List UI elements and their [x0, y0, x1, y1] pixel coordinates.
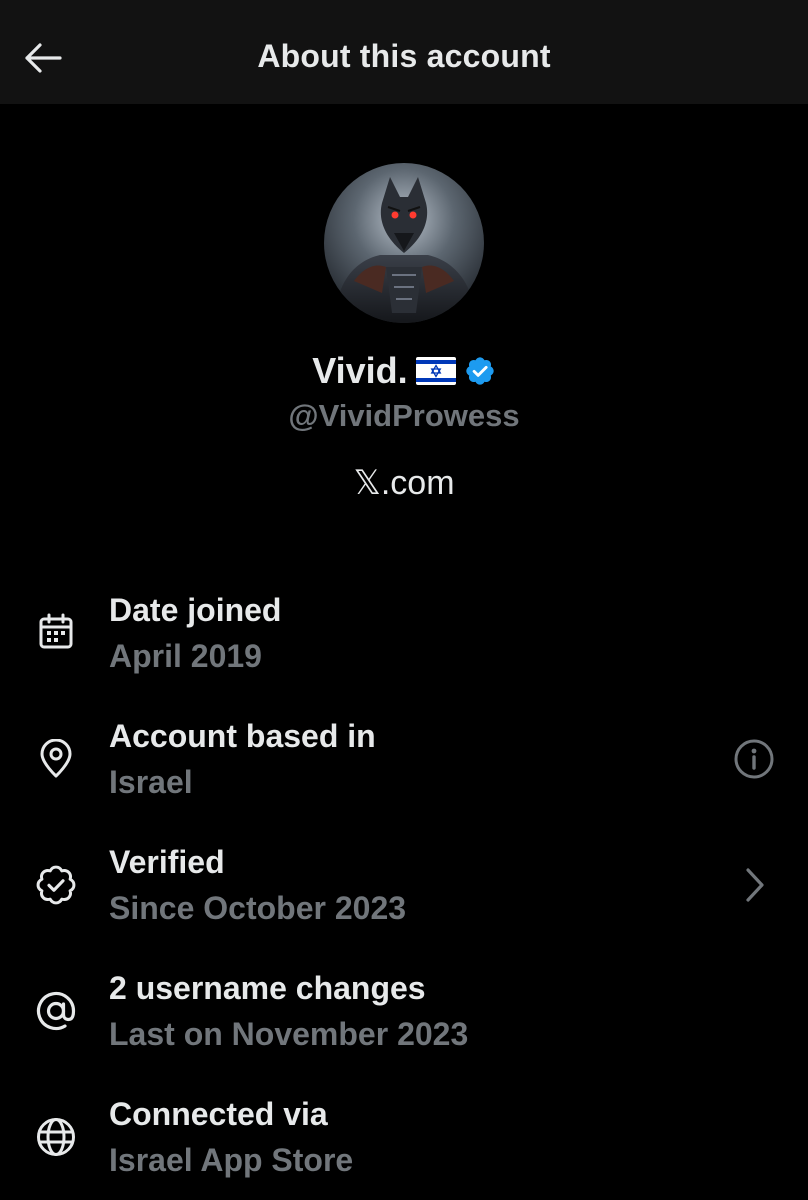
row-username-changes: 2 username changes Last on November 2023 [0, 970, 808, 1070]
info-button[interactable] [730, 735, 778, 783]
calendar-icon [32, 608, 80, 656]
row-title: 2 username changes [109, 970, 426, 1006]
row-date-joined: Date joined April 2019 [0, 592, 808, 692]
location-pin-icon [32, 735, 80, 783]
globe-icon [32, 1113, 80, 1161]
verified-badge-icon[interactable] [464, 355, 496, 387]
row-subtitle: Israel App Store [109, 1142, 354, 1178]
row-subtitle: April 2019 [109, 638, 262, 674]
row-account-based-in: Account based in Israel [0, 718, 808, 818]
row-verified[interactable]: Verified Since October 2023 [0, 844, 808, 944]
chevron-button[interactable] [730, 861, 778, 909]
row-connected-via: Connected via Israel App Store [0, 1096, 808, 1196]
website-link[interactable]: 𝕏.com [0, 463, 808, 503]
top-bar: About this account [0, 0, 808, 104]
verified-check-icon [32, 861, 80, 909]
row-title: Connected via [109, 1096, 328, 1132]
row-subtitle: Since October 2023 [109, 890, 407, 926]
at-sign-icon [32, 987, 80, 1035]
profile-handle: @VividProwess [288, 398, 520, 433]
avatar[interactable] [324, 163, 484, 323]
row-subtitle: Israel [109, 764, 193, 800]
page-title: About this account [257, 38, 551, 74]
chevron-right-icon [746, 868, 764, 902]
row-subtitle: Last on November 2023 [109, 1016, 469, 1052]
row-title: Date joined [109, 592, 282, 628]
row-title: Verified [109, 844, 225, 880]
israel-flag-icon [415, 357, 456, 385]
row-title: Account based in [109, 718, 376, 754]
info-icon [734, 739, 774, 779]
profile-name-row: Vivid. [0, 350, 808, 392]
display-name: Vivid. [312, 350, 408, 391]
avatar-image [324, 163, 484, 323]
